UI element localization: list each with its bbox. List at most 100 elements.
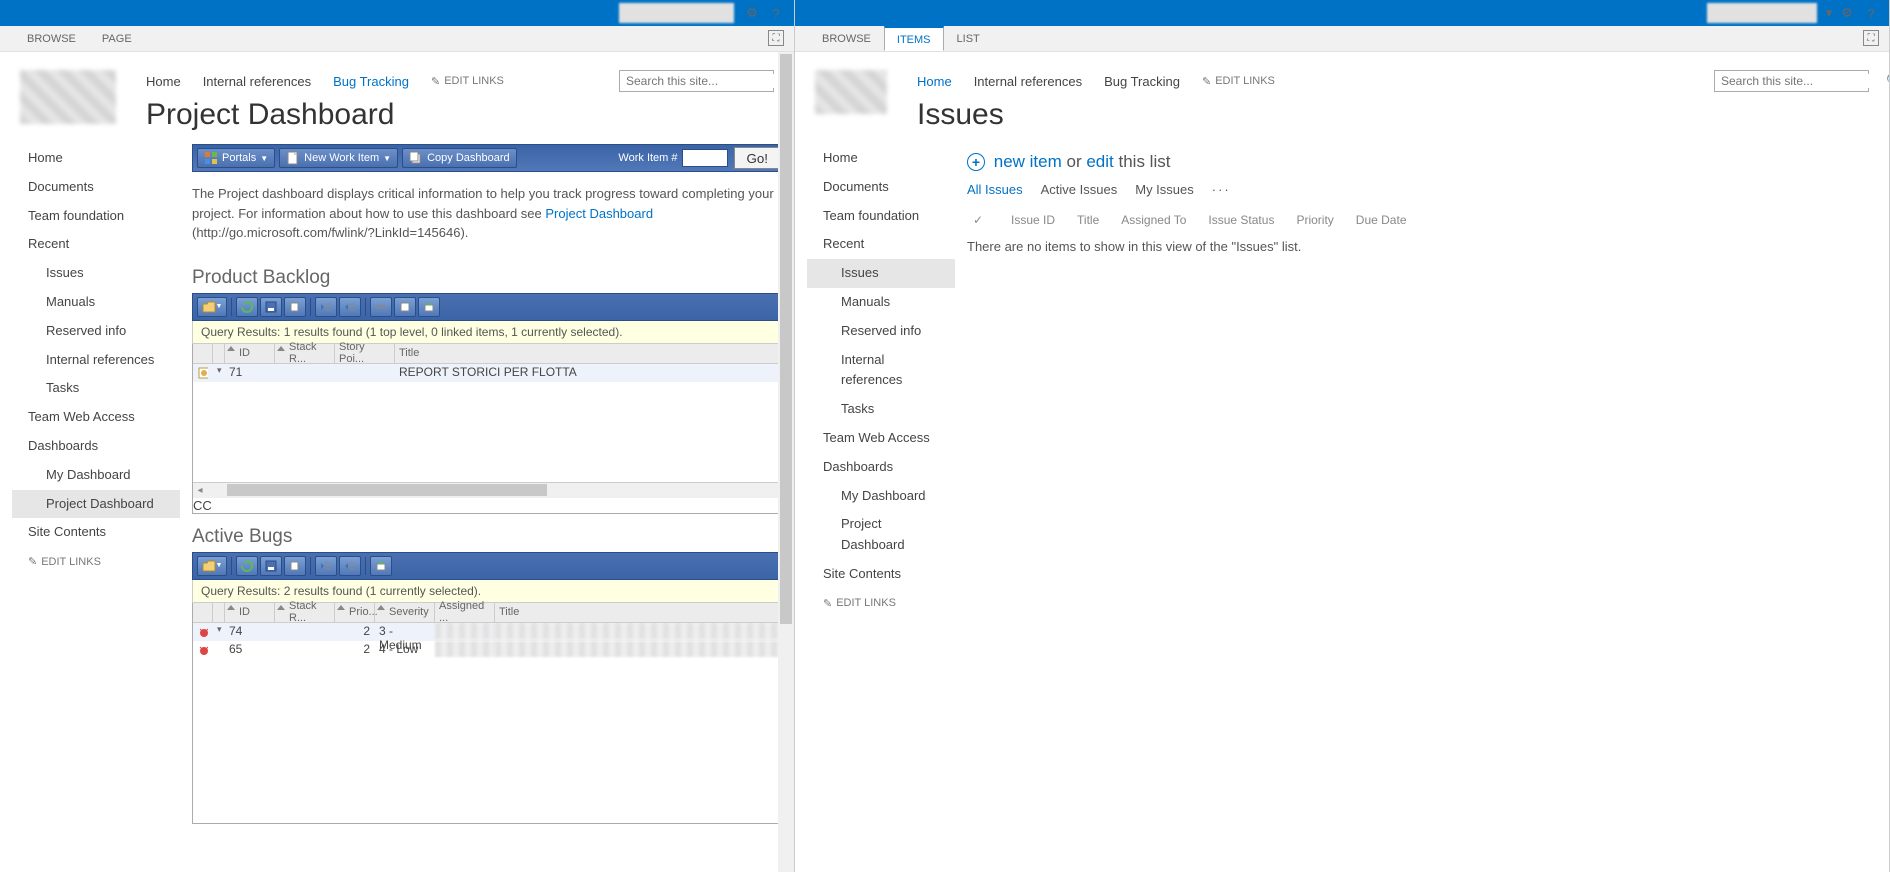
go-button[interactable]: Go! [734, 147, 781, 169]
edit-links-sidenav[interactable]: ✎ EDIT LINKS [807, 589, 955, 610]
sidenav-internal-references[interactable]: Internal references [807, 346, 955, 396]
refresh-button[interactable] [236, 556, 258, 576]
sidenav-site-contents[interactable]: Site Contents [807, 560, 955, 589]
nav-bug-tracking[interactable]: Bug Tracking [333, 74, 409, 89]
sidenav-team-foundation[interactable]: Team foundation [12, 202, 180, 231]
col-issue-status[interactable]: Issue Status [1208, 213, 1274, 227]
col-stack[interactable]: Stack R... [275, 603, 335, 622]
nav-internal-references[interactable]: Internal references [974, 74, 1082, 89]
check-icon[interactable]: ✓ [973, 213, 989, 227]
edit-links-top[interactable]: ✎ EDIT LINKS [431, 75, 504, 88]
horizontal-scrollbar[interactable]: ◂ [193, 482, 785, 498]
sidenav-team-web-access[interactable]: Team Web Access [807, 424, 955, 453]
export-button[interactable] [418, 297, 440, 317]
chevron-down-icon[interactable]: ▾ [213, 364, 225, 382]
sidenav-project-dashboard[interactable]: Project Dashboard [12, 490, 180, 519]
sidenav-tasks[interactable]: Tasks [12, 374, 180, 403]
help-icon[interactable]: ? [764, 6, 788, 21]
chevron-down-icon[interactable]: ▾ [213, 623, 225, 641]
refresh-button[interactable] [236, 297, 258, 317]
sidenav-my-dashboard[interactable]: My Dashboard [12, 461, 180, 490]
open-button[interactable]: ▼ [197, 556, 227, 576]
ribbon-tab-page[interactable]: PAGE [89, 26, 145, 51]
edit-links-sidenav[interactable]: ✎ EDIT LINKS [12, 547, 180, 568]
col-priority[interactable]: Priority [1296, 213, 1333, 227]
sidenav-dashboards[interactable]: Dashboards [12, 432, 180, 461]
col-story[interactable]: Story Poi... [335, 344, 395, 363]
sidenav-team-web-access[interactable]: Team Web Access [12, 403, 180, 432]
scroll-left-icon[interactable]: ◂ [193, 485, 207, 496]
scrollbar-thumb[interactable] [780, 54, 792, 624]
outdent-button[interactable] [315, 556, 337, 576]
col-assigned[interactable]: Assigned ... [435, 603, 495, 622]
expand-icon[interactable] [213, 641, 225, 659]
plus-icon[interactable]: + [967, 153, 985, 171]
link-button[interactable] [370, 297, 392, 317]
sidenav-tasks[interactable]: Tasks [807, 395, 955, 424]
more-views-button[interactable]: ··· [1212, 182, 1231, 197]
save-button[interactable] [260, 556, 282, 576]
new-linked-button[interactable] [394, 297, 416, 317]
work-item-input[interactable] [682, 149, 728, 167]
gear-icon[interactable]: ⚙ [740, 5, 764, 21]
ribbon-tab-items[interactable]: ITEMS [884, 26, 944, 51]
indent-button[interactable] [339, 297, 361, 317]
copy-button[interactable] [284, 556, 306, 576]
edit-list-link[interactable]: edit [1086, 152, 1113, 171]
scrollbar-thumb[interactable] [227, 484, 547, 496]
sidenav-recent[interactable]: Recent [12, 230, 180, 259]
col-title[interactable]: Title [495, 603, 785, 622]
sidenav-home[interactable]: Home [12, 144, 180, 173]
ribbon-tab-browse[interactable]: BROWSE [14, 26, 89, 51]
chevron-down-icon[interactable]: ▾ [1823, 5, 1835, 21]
copy-dashboard-button[interactable]: Copy Dashboard [402, 148, 517, 168]
sidenav-team-foundation[interactable]: Team foundation [807, 202, 955, 231]
table-row[interactable]: ▾ 71 REPORT STORICI PER FLOTTA [193, 364, 785, 382]
open-button[interactable]: ▼ [197, 297, 227, 317]
sidenav-issues[interactable]: Issues [807, 259, 955, 288]
ribbon-tab-browse[interactable]: BROWSE [809, 26, 884, 51]
nav-internal-references[interactable]: Internal references [203, 74, 311, 89]
sidenav-dashboards[interactable]: Dashboards [807, 453, 955, 482]
col-stack[interactable]: Stack R... [275, 344, 335, 363]
focus-content-icon[interactable]: ⛶ [768, 30, 784, 46]
view-active-issues[interactable]: Active Issues [1041, 182, 1118, 197]
view-my-issues[interactable]: My Issues [1135, 182, 1194, 197]
col-due-date[interactable]: Due Date [1356, 213, 1407, 227]
help-icon[interactable]: ? [1859, 6, 1883, 21]
new-item-link[interactable]: new item [994, 152, 1062, 171]
search-icon[interactable]: 🔍 [1882, 73, 1890, 89]
nav-bug-tracking[interactable]: Bug Tracking [1104, 74, 1180, 89]
save-button[interactable] [260, 297, 282, 317]
sidenav-internal-references[interactable]: Internal references [12, 346, 180, 375]
copy-button[interactable] [284, 297, 306, 317]
nav-home[interactable]: Home [146, 74, 181, 89]
table-row[interactable]: 65 2 4 - Low [193, 641, 785, 659]
sidenav-site-contents[interactable]: Site Contents [12, 518, 180, 547]
vertical-scrollbar[interactable] [778, 52, 794, 872]
search-box[interactable]: 🔍 [1714, 70, 1869, 92]
focus-content-icon[interactable]: ⛶ [1863, 30, 1879, 46]
sidenav-documents[interactable]: Documents [12, 173, 180, 202]
table-row[interactable]: ▾ 74 2 3 - Medium [193, 623, 785, 641]
sidenav-manuals[interactable]: Manuals [807, 288, 955, 317]
outdent-button[interactable] [315, 297, 337, 317]
sidenav-documents[interactable]: Documents [807, 173, 955, 202]
search-box[interactable]: 🔍 [619, 70, 774, 92]
sidenav-home[interactable]: Home [807, 144, 955, 173]
portals-button[interactable]: Portals ▼ [197, 148, 275, 168]
sidenav-reserved-info[interactable]: Reserved info [12, 317, 180, 346]
sidenav-issues[interactable]: Issues [12, 259, 180, 288]
col-prio[interactable]: Prio... [335, 603, 375, 622]
col-issue-id[interactable]: Issue ID [1011, 213, 1055, 227]
col-title[interactable]: Title [1077, 213, 1099, 227]
search-input[interactable] [1715, 74, 1882, 88]
sidenav-manuals[interactable]: Manuals [12, 288, 180, 317]
indent-button[interactable] [339, 556, 361, 576]
new-work-item-button[interactable]: New Work Item ▼ [279, 148, 398, 168]
project-dashboard-link[interactable]: Project Dashboard [545, 206, 653, 221]
sidenav-recent[interactable]: Recent [807, 230, 955, 259]
col-id[interactable]: ID [225, 603, 275, 622]
sidenav-project-dashboard[interactable]: Project Dashboard [807, 510, 955, 560]
col-title[interactable]: Title [395, 344, 785, 363]
